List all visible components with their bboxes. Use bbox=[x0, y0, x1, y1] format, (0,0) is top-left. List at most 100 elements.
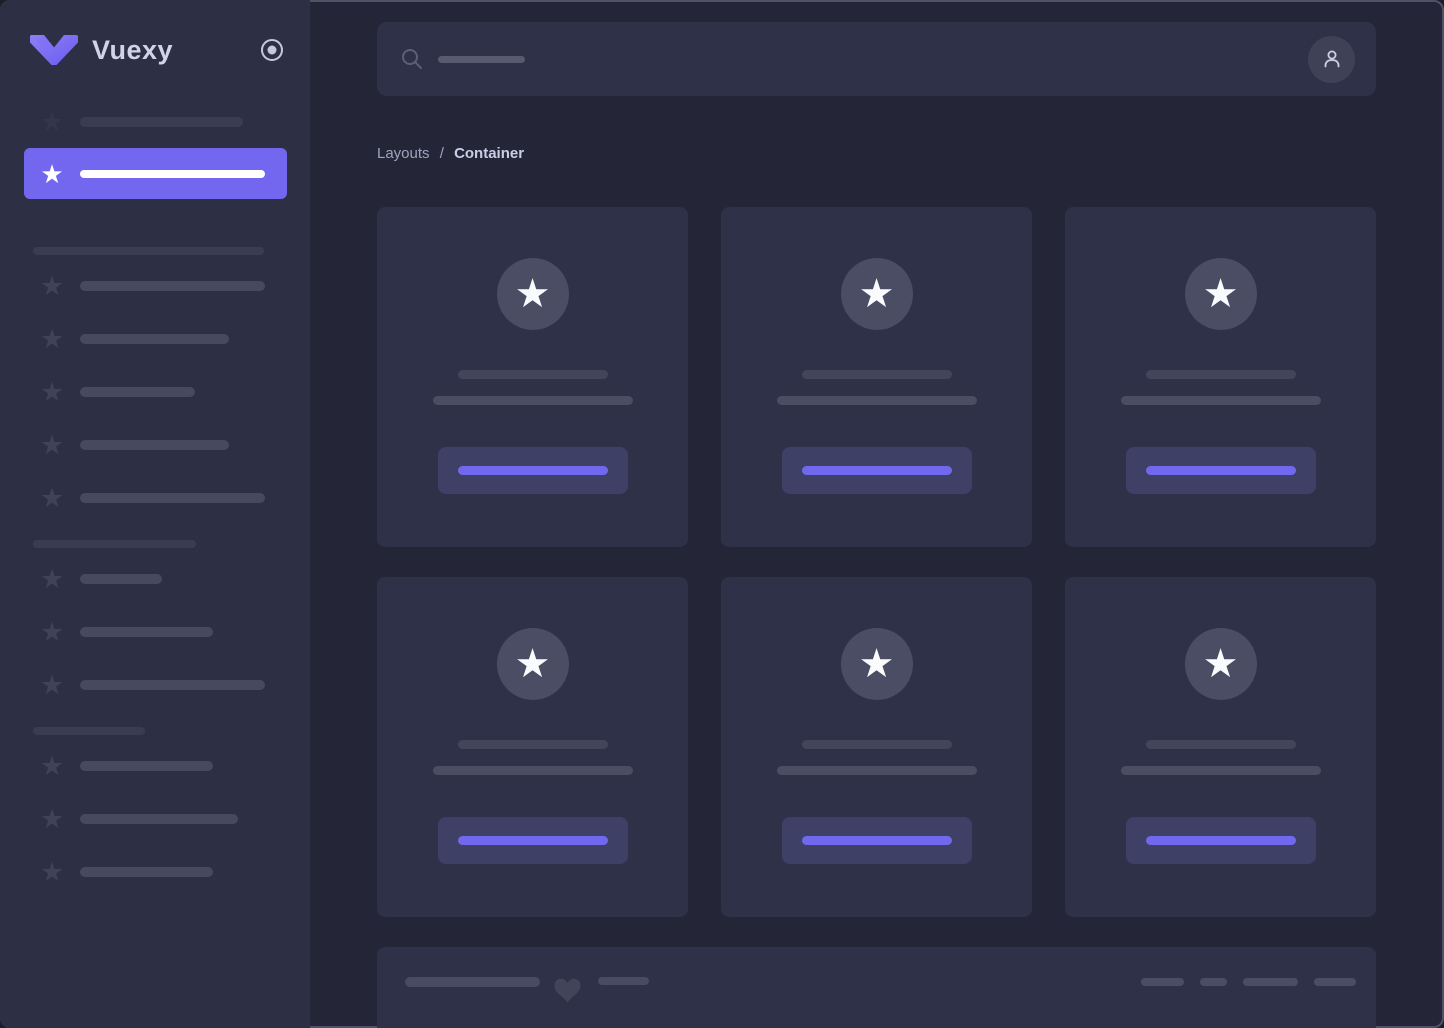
star-icon: ★ bbox=[40, 377, 65, 407]
star-icon: ★ bbox=[40, 670, 65, 700]
star-icon: ★ bbox=[514, 642, 551, 686]
person-icon bbox=[1324, 50, 1339, 68]
content-card: ★ bbox=[721, 207, 1032, 547]
user-avatar-button[interactable] bbox=[1308, 35, 1355, 83]
button-label-bar bbox=[1145, 466, 1296, 475]
skeleton-text-bar bbox=[457, 370, 608, 379]
brand-title: Vuexy bbox=[92, 34, 174, 65]
skeleton-text-bar bbox=[457, 740, 608, 749]
skeleton-text-bar bbox=[776, 766, 977, 775]
footer-actions bbox=[1141, 977, 1356, 986]
skeleton-action-bar bbox=[1243, 978, 1298, 986]
star-icon: ★ bbox=[858, 642, 895, 686]
avatar-circle: ★ bbox=[840, 628, 913, 700]
avatar-circle: ★ bbox=[1184, 258, 1257, 330]
avatar-circle: ★ bbox=[496, 628, 569, 700]
content-card: ★ bbox=[377, 577, 688, 917]
sidebar-item[interactable]: ★ bbox=[40, 107, 286, 137]
star-icon: ★ bbox=[40, 107, 65, 137]
skeleton-label-bar bbox=[80, 387, 195, 397]
content-card: ★ bbox=[1065, 577, 1376, 917]
skeleton-label-bar bbox=[80, 169, 265, 178]
skeleton-text-bar bbox=[1145, 370, 1296, 379]
star-icon: ★ bbox=[40, 617, 65, 647]
breadcrumb-page: Container bbox=[454, 145, 525, 162]
skeleton-text-bar bbox=[1145, 740, 1296, 749]
skeleton-label-bar bbox=[80, 680, 265, 690]
sidebar-item[interactable]: ★ bbox=[40, 804, 286, 834]
menu-section-divider bbox=[33, 247, 264, 255]
skeleton-label-bar bbox=[80, 281, 265, 291]
radio-circle-icon[interactable] bbox=[260, 38, 284, 62]
heart-icon[interactable] bbox=[554, 977, 581, 1003]
sidebar-item[interactable]: ★ bbox=[40, 857, 286, 887]
sidebar-item[interactable]: ★ bbox=[40, 564, 286, 594]
button-label-bar bbox=[801, 466, 952, 475]
skeleton-label-bar bbox=[80, 627, 213, 637]
skeleton-text-bar bbox=[405, 977, 540, 987]
star-icon: ★ bbox=[40, 564, 65, 594]
button-label-bar bbox=[457, 466, 608, 475]
skeleton-label-bar bbox=[80, 493, 265, 503]
star-icon: ★ bbox=[40, 857, 65, 887]
search-input[interactable] bbox=[377, 22, 1376, 96]
sidebar-item[interactable]: ★ bbox=[40, 324, 286, 354]
content-card: ★ bbox=[721, 577, 1032, 917]
sidebar-header: Vuexy bbox=[0, 0, 310, 100]
content-card: ★ bbox=[377, 207, 688, 547]
footer-card bbox=[377, 947, 1376, 1028]
star-icon: ★ bbox=[40, 324, 65, 354]
card-button[interactable] bbox=[1125, 817, 1316, 864]
breadcrumb: Layouts / Container bbox=[377, 145, 1376, 162]
vuexy-logo bbox=[30, 35, 78, 65]
card-button[interactable] bbox=[781, 447, 972, 494]
skeleton-label-bar bbox=[80, 867, 213, 877]
star-icon: ★ bbox=[40, 271, 65, 301]
star-icon: ★ bbox=[40, 483, 65, 513]
star-icon: ★ bbox=[514, 272, 551, 316]
skeleton-label-bar bbox=[80, 574, 162, 584]
skeleton-text-bar bbox=[776, 396, 977, 405]
skeleton-label-bar bbox=[80, 334, 229, 344]
sidebar-item[interactable]: ★ bbox=[40, 377, 286, 407]
breadcrumb-section[interactable]: Layouts bbox=[377, 145, 430, 162]
skeleton-label-bar bbox=[80, 440, 229, 450]
card-button[interactable] bbox=[781, 817, 972, 864]
star-icon: ★ bbox=[40, 751, 65, 781]
skeleton-text-bar bbox=[598, 977, 649, 985]
skeleton-text-bar bbox=[1120, 396, 1321, 405]
sidebar: Vuexy ★ ★ ★ ★ ★ ★ ★ ★ ★ ★ ★ ★ ★ bbox=[0, 0, 310, 1028]
card-button[interactable] bbox=[1125, 447, 1316, 494]
sidebar-item[interactable]: ★ bbox=[40, 483, 286, 513]
search-icon bbox=[402, 49, 422, 69]
avatar-circle: ★ bbox=[840, 258, 913, 330]
app-window: Vuexy ★ ★ ★ ★ ★ ★ ★ ★ ★ ★ ★ ★ ★ Layouts bbox=[0, 0, 1444, 1028]
cards-grid: ★ ★ ★ ★ ★ ★ bbox=[377, 207, 1376, 917]
button-label-bar bbox=[801, 836, 952, 845]
sidebar-item-active[interactable]: ★ bbox=[24, 148, 287, 199]
menu-section-divider bbox=[33, 727, 145, 735]
button-label-bar bbox=[1145, 836, 1296, 845]
star-icon: ★ bbox=[40, 430, 65, 460]
sidebar-menu: ★ ★ ★ ★ ★ ★ ★ ★ ★ ★ ★ ★ ★ bbox=[0, 100, 310, 887]
skeleton-text-bar bbox=[801, 740, 952, 749]
skeleton-text-bar bbox=[801, 370, 952, 379]
card-button[interactable] bbox=[437, 817, 628, 864]
sidebar-item[interactable]: ★ bbox=[40, 430, 286, 460]
skeleton-label-bar bbox=[80, 117, 243, 127]
skeleton-action-bar bbox=[1200, 978, 1227, 986]
sidebar-item[interactable]: ★ bbox=[40, 617, 286, 647]
card-button[interactable] bbox=[437, 447, 628, 494]
sidebar-item[interactable]: ★ bbox=[40, 751, 286, 781]
sidebar-item[interactable]: ★ bbox=[40, 670, 286, 700]
star-icon: ★ bbox=[1202, 272, 1239, 316]
star-icon: ★ bbox=[40, 804, 65, 834]
star-icon: ★ bbox=[40, 158, 64, 189]
sidebar-item[interactable]: ★ bbox=[40, 271, 286, 301]
avatar-circle: ★ bbox=[1184, 628, 1257, 700]
breadcrumb-separator: / bbox=[439, 145, 444, 162]
main-content: Layouts / Container ★ ★ ★ ★ ★ ★ bbox=[310, 0, 1444, 1028]
skeleton-text-bar bbox=[1120, 766, 1321, 775]
skeleton-text-bar bbox=[432, 766, 633, 775]
avatar-circle: ★ bbox=[496, 258, 569, 330]
